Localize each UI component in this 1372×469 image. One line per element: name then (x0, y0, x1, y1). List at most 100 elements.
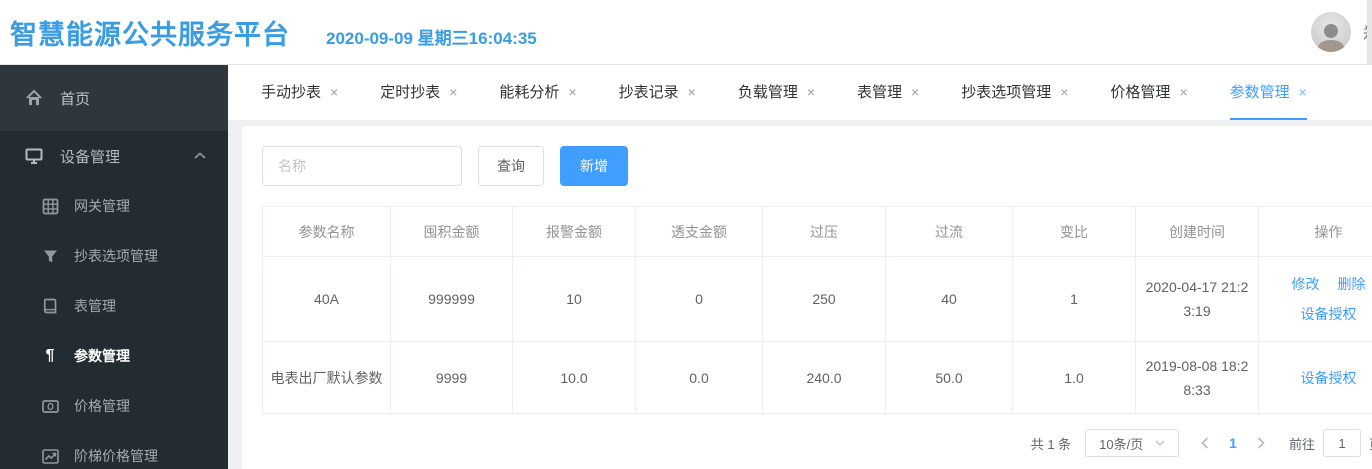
tab-parameter-management[interactable]: 参数管理 × (1209, 65, 1328, 120)
cell-alarm-amount: 10.0 (512, 341, 636, 414)
scrollbar[interactable] (1367, 0, 1372, 64)
next-page-button[interactable] (1251, 437, 1271, 449)
name-search-input[interactable] (262, 146, 462, 186)
sidebar-item-label: 阶梯价格管理 (74, 448, 158, 464)
cell-overcurrent: 40 (885, 256, 1013, 342)
cell-alarm-amount: 10 (512, 256, 636, 342)
tab-bar: 手动抄表 × 定时抄表 × 能耗分析 × 抄表记录 × 负载管理 × 表管理 × 抄表选项管… (228, 65, 1372, 120)
tab-load-management[interactable]: 负载管理 × (717, 65, 836, 120)
col-overvoltage: 过压 (762, 206, 886, 257)
table-header-row: 参数名称 囤积金额 报警金额 透支金额 过压 过流 变比 创建时间 操作 (262, 206, 1372, 257)
monitor-icon (24, 147, 44, 165)
page-number-1[interactable]: 1 (1229, 435, 1237, 451)
prev-page-button[interactable] (1195, 437, 1215, 449)
content-card: 查询 新增 参数名称 囤积金额 报警金额 透支金额 过压 过流 (242, 126, 1372, 469)
sidebar-item-label: 表管理 (74, 298, 116, 314)
tab-manual-meter-reading[interactable]: 手动抄表 × (240, 65, 359, 120)
app-title: 智慧能源公共服务平台 (10, 19, 290, 50)
close-tab-icon[interactable]: × (1179, 85, 1187, 99)
chevron-left-icon (1201, 437, 1209, 449)
close-tab-icon[interactable]: × (1299, 85, 1307, 99)
user-area[interactable]: 郑 (1310, 0, 1372, 64)
delete-link[interactable]: 删除 (1338, 276, 1366, 292)
sidebar-item-home[interactable]: 首页 (0, 65, 228, 131)
cell-parameter-name: 电表出厂默认参数 (262, 341, 391, 414)
col-parameter-name: 参数名称 (262, 206, 391, 257)
filter-icon (40, 249, 60, 264)
grid-icon (40, 198, 60, 215)
cell-hoard-amount: 9999 (390, 341, 513, 414)
goto-label: 前往 (1288, 436, 1315, 452)
tab-energy-analysis[interactable]: 能耗分析 × (478, 65, 597, 120)
page-size-select[interactable]: 10条/页 (1085, 429, 1180, 457)
toolbar: 查询 新增 (262, 146, 1372, 186)
close-tab-icon[interactable]: × (911, 85, 919, 99)
sidebar-submenu-device: 设备管理 网关管理 抄表选项管理 表管理 ¶ 参数管理 价格管理 阶梯价格管理 (0, 131, 228, 469)
tab-meter-reading-options[interactable]: 抄表选项管理 × (940, 65, 1089, 120)
add-button[interactable]: 新增 (560, 146, 628, 186)
close-tab-icon[interactable]: × (568, 85, 576, 99)
col-created-time: 创建时间 (1135, 206, 1259, 257)
sidebar-item-device-management[interactable]: 设备管理 (0, 131, 228, 181)
sidebar-item-gateway-management[interactable]: 网关管理 (0, 181, 228, 231)
chevron-down-icon (1155, 440, 1165, 446)
trend-chart-icon (40, 448, 60, 464)
device-authorize-link[interactable]: 设备授权 (1301, 306, 1357, 322)
tab-label: 手动抄表 (261, 84, 322, 101)
sidebar-item-parameter-management[interactable]: ¶ 参数管理 (0, 331, 228, 381)
app-header: 智慧能源公共服务平台 2020-09-09 星期三16:04:35 郑 (0, 0, 1372, 65)
sidebar-item-label: 参数管理 (74, 348, 130, 364)
cell-actions: 设备授权 (1258, 341, 1372, 414)
pagination: 共 1 条 10条/页 1 前往 页 (262, 429, 1372, 457)
tab-price-management[interactable]: 价格管理 × (1089, 65, 1208, 120)
close-tab-icon[interactable]: × (688, 85, 696, 99)
cell-ratio: 1.0 (1012, 341, 1136, 414)
sidebar-item-label: 首页 (60, 90, 91, 108)
device-authorize-link[interactable]: 设备授权 (1301, 370, 1357, 386)
tab-label: 抄表记录 (618, 84, 679, 101)
tab-meter-management[interactable]: 表管理 × (836, 65, 940, 120)
person-icon (1316, 24, 1345, 52)
page-size-value: 10条/页 (1099, 436, 1144, 452)
goto-page-input[interactable] (1322, 429, 1361, 457)
cell-overvoltage: 250 (762, 256, 886, 342)
cell-created-time: 2019-08-08 18:28:33 (1135, 341, 1259, 414)
tab-scheduled-meter-reading[interactable]: 定时抄表 × (359, 65, 478, 120)
close-tab-icon[interactable]: × (330, 85, 338, 99)
cell-ratio: 1 (1012, 256, 1136, 342)
tab-label: 能耗分析 (499, 84, 560, 101)
table-row: 40A 999999 10 0 250 40 1 2020-04-17 21:2… (262, 256, 1372, 342)
tab-label: 价格管理 (1110, 84, 1171, 101)
cell-overdraft-amount: 0 (635, 256, 763, 342)
pilcrow-icon: ¶ (45, 347, 55, 364)
chevron-up-icon (194, 152, 206, 160)
banknote-icon (40, 399, 60, 413)
cell-overcurrent: 50.0 (885, 341, 1013, 414)
close-tab-icon[interactable]: × (1060, 85, 1068, 99)
sidebar-item-meter-management[interactable]: 表管理 (0, 281, 228, 331)
home-icon (24, 89, 44, 107)
sidebar-item-label: 网关管理 (74, 198, 130, 214)
col-overdraft-amount: 透支金额 (635, 206, 763, 257)
sidebar-item-label: 抄表选项管理 (74, 248, 158, 264)
sidebar-item-meter-reading-options[interactable]: 抄表选项管理 (0, 231, 228, 281)
tab-meter-reading-records[interactable]: 抄表记录 × (598, 65, 717, 120)
col-ratio: 变比 (1012, 206, 1136, 257)
cell-created-time: 2020-04-17 21:23:19 (1135, 256, 1259, 342)
sidebar-item-tiered-price-management[interactable]: 阶梯价格管理 (0, 431, 228, 469)
close-tab-icon[interactable]: × (807, 85, 815, 99)
close-tab-icon[interactable]: × (449, 85, 457, 99)
user-avatar[interactable] (1310, 12, 1351, 52)
cell-overvoltage: 240.0 (762, 341, 886, 414)
sidebar-item-price-management[interactable]: 价格管理 (0, 381, 228, 431)
chevron-right-icon (1257, 437, 1265, 449)
query-button[interactable]: 查询 (478, 146, 544, 186)
tab-label: 表管理 (857, 84, 903, 101)
app-window: 智慧能源公共服务平台 2020-09-09 星期三16:04:35 郑 首页 (0, 0, 1372, 469)
sidebar: 首页 设备管理 网关管理 抄表选项管理 表管理 ¶ 参数管理 价格管理 阶梯价格… (0, 65, 228, 469)
header-datetime: 2020-09-09 星期三16:04:35 (326, 28, 537, 48)
cell-overdraft-amount: 0.0 (635, 341, 763, 414)
edit-link[interactable]: 修改 (1292, 276, 1320, 292)
total-count: 共 1 条 (1030, 436, 1072, 452)
tab-label: 负载管理 (737, 84, 798, 101)
